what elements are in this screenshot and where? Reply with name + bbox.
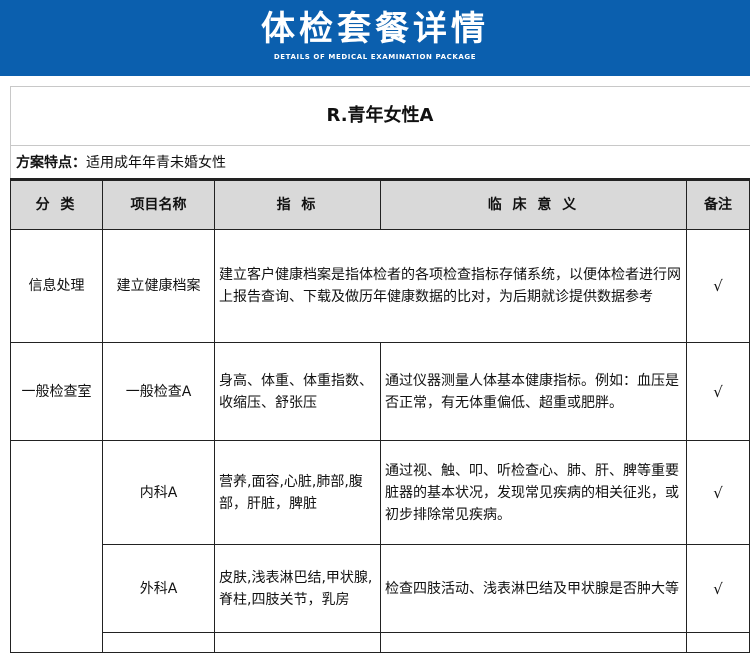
row-category <box>10 440 103 653</box>
exam-items-table: 分 类 项目名称 指 标 临 床 意 义 备注 信息处理 建立健康档案 建立客户… <box>10 180 750 653</box>
features-text: 适用成年年青未婚女性 <box>86 155 226 171</box>
row-check-mark: √ <box>686 544 750 633</box>
table-row <box>11 632 750 653</box>
row-clinical-meaning: 通过仪器测量人体基本健康指标。例如：血压是否正常，有无体重偏低、超重或肥胖。 <box>380 342 687 441</box>
empty-cell <box>102 632 215 653</box>
row-category: 一般检查室 <box>10 342 103 441</box>
header-clinical-meaning: 临 床 意 义 <box>380 180 687 230</box>
features-label: 方案特点： <box>16 155 86 171</box>
table-header-row: 分 类 项目名称 指 标 临 床 意 义 备注 <box>10 180 750 230</box>
empty-cell <box>686 632 750 653</box>
empty-cell <box>380 632 687 653</box>
row-indicator: 身高、体重、体重指数、收缩压、舒张压 <box>214 342 381 441</box>
empty-cell <box>214 632 381 653</box>
package-features: 方案特点：适用成年年青未婚女性 <box>10 146 750 180</box>
row-indicator: 皮肤,浅表淋巴结,甲状腺,脊柱,四肢关节，乳房 <box>214 544 381 633</box>
row-check-mark: √ <box>686 229 750 343</box>
header-banner: 体检套餐详情 DETAILS OF MEDICAL EXAMINATION PA… <box>0 0 750 76</box>
row-item-name: 建立健康档案 <box>102 229 215 343</box>
row-description: 建立客户健康档案是指体检者的各项检查指标存储系统，以便体检者进行网上报告查询、下… <box>214 229 687 343</box>
header-note: 备注 <box>686 180 750 230</box>
row-check-mark: √ <box>686 342 750 441</box>
package-title: R.青年女性A <box>10 86 750 146</box>
table-row: 一般检查室 一般检查A 身高、体重、体重指数、收缩压、舒张压 通过仪器测量人体基… <box>10 342 750 441</box>
banner-subtitle: DETAILS OF MEDICAL EXAMINATION PACKAGE <box>273 53 477 61</box>
row-item-name: 内科A <box>102 440 215 545</box>
header-category: 分 类 <box>10 180 103 230</box>
header-indicator: 指 标 <box>214 180 381 230</box>
table-row: 信息处理 建立健康档案 建立客户健康档案是指体检者的各项检查指标存储系统，以便体… <box>10 229 750 343</box>
row-category: 信息处理 <box>10 229 103 343</box>
row-item-name: 外科A <box>102 544 215 633</box>
row-item-name: 一般检查A <box>102 342 215 441</box>
header-item-name: 项目名称 <box>102 180 215 230</box>
table-row: 外科A 皮肤,浅表淋巴结,甲状腺,脊柱,四肢关节，乳房 检查四肢活动、浅表淋巴结… <box>11 544 750 633</box>
row-check-mark: √ <box>686 440 750 545</box>
row-clinical-meaning: 检查四肢活动、浅表淋巴结及甲状腺是否肿大等 <box>380 544 687 633</box>
banner-title: 体检套餐详情 <box>261 9 489 49</box>
table-row: 内科A 营养,面容,心脏,肺部,腹部，肝脏，脾脏 通过视、触、叩、听检查心、肺、… <box>10 440 750 653</box>
row-indicator: 营养,面容,心脏,肺部,腹部，肝脏，脾脏 <box>214 440 381 545</box>
row-clinical-meaning: 通过视、触、叩、听检查心、肺、肝、脾等重要脏器的基本状况，发现常见疾病的相关征兆… <box>380 440 687 545</box>
